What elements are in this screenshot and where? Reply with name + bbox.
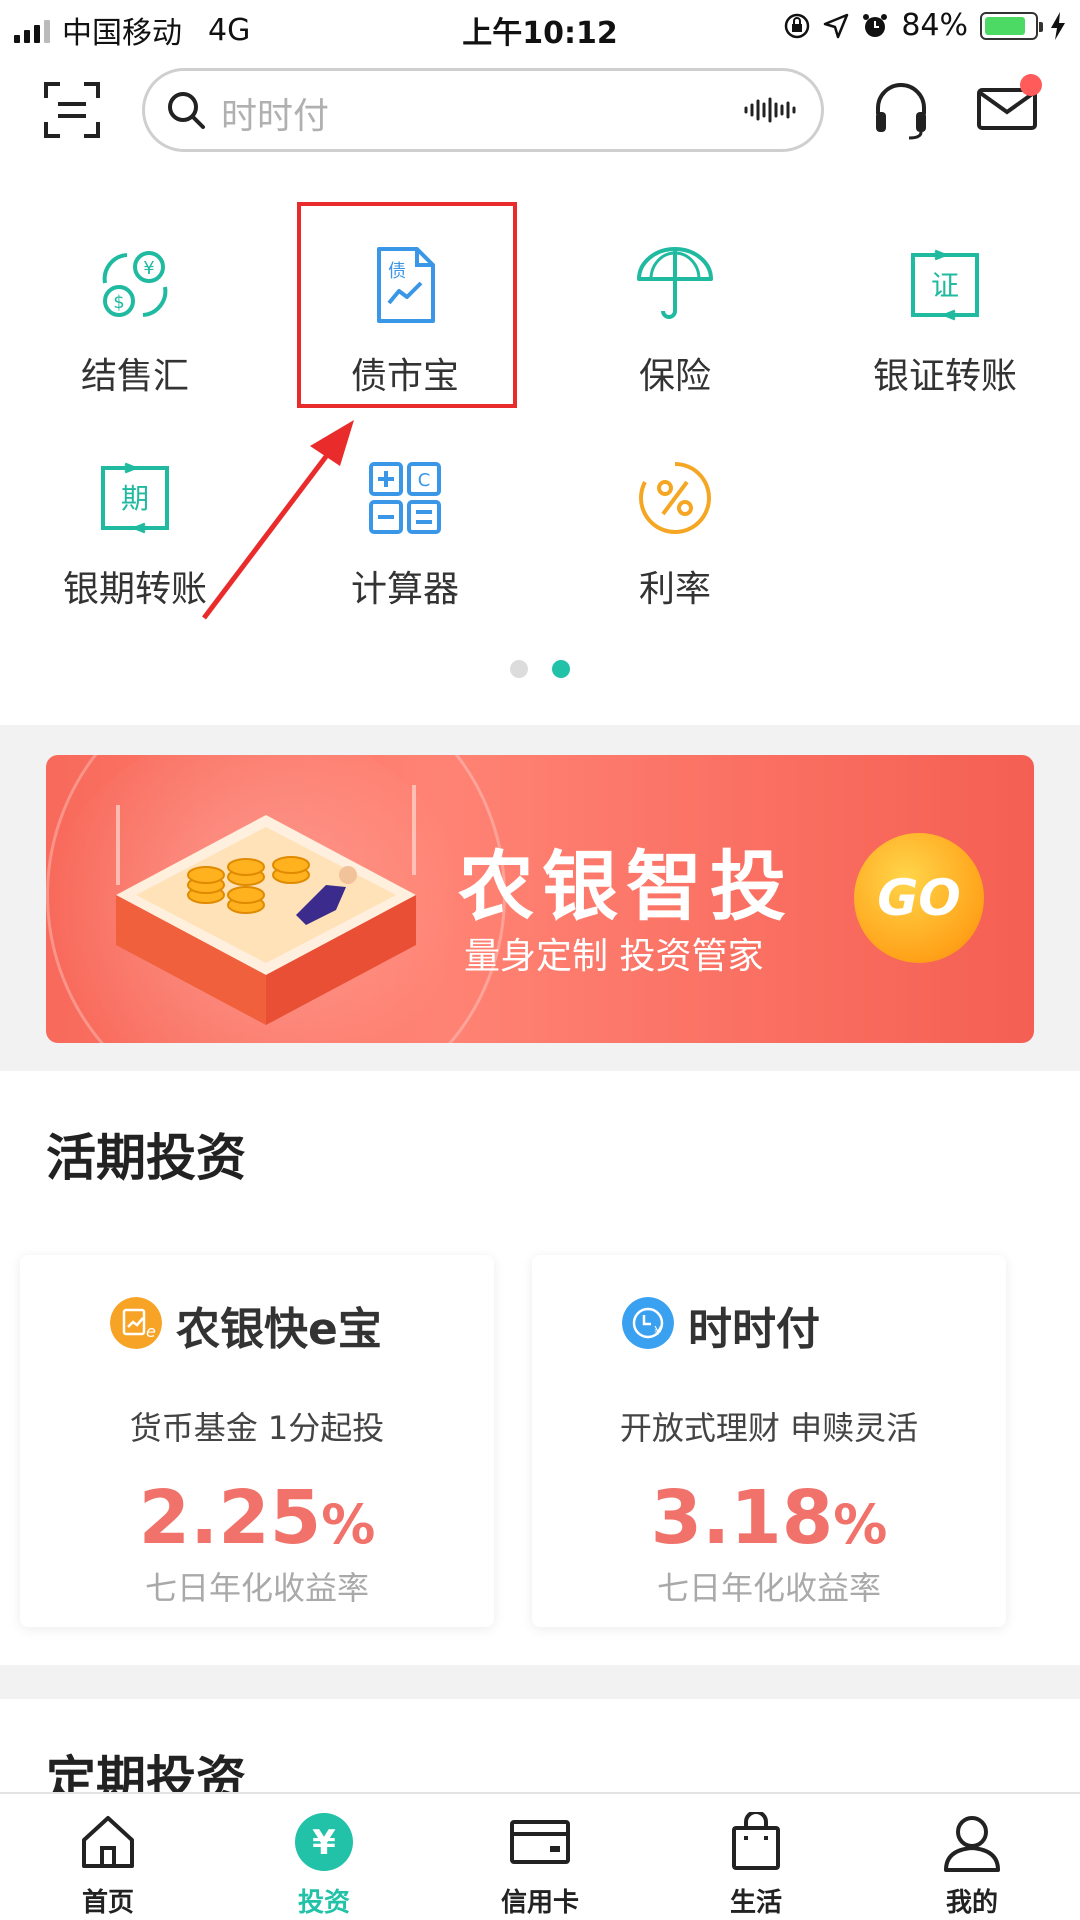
credit-card-icon: [510, 1820, 570, 1864]
shortcut-insurance[interactable]: 保险: [540, 245, 810, 425]
product-name: 农银快e宝: [176, 1304, 382, 1355]
status-bar: 中国移动 4G 上午10:12 84%: [0, 0, 1080, 54]
alarm-icon: [863, 13, 888, 37]
tab-investment[interactable]: ¥ 投资: [216, 1794, 432, 1920]
clock-yuan-icon: ¥: [622, 1297, 674, 1349]
charging-icon: [1051, 11, 1065, 40]
scan-icon[interactable]: [44, 82, 100, 138]
exchange-icon: ¥ $: [102, 251, 168, 317]
calculator-icon: C: [369, 462, 441, 534]
percent-icon: [639, 462, 711, 534]
banner-illustration: [116, 785, 416, 1025]
search-icon: [168, 92, 205, 129]
go-button[interactable]: GO: [854, 833, 984, 963]
shortcut-label: 银证转账: [872, 356, 1017, 397]
tab-home[interactable]: 首页: [0, 1794, 216, 1920]
app-screen: 中国移动 4G 上午10:12 84% 时时付 ¥ $ 结售汇 债 债市宝 保险…: [0, 0, 1080, 1920]
tab-label: 我的: [945, 1888, 998, 1918]
battery-icon: [980, 11, 1043, 40]
banner-subtitle: 量身定制 投资管家: [464, 936, 764, 977]
top-header: 时时付: [0, 62, 1080, 162]
bottom-tab-bar: 首页 ¥ 投资 信用卡 生活 我的: [0, 1792, 1080, 1920]
page-indicator: [0, 660, 1080, 680]
page-dot-active[interactable]: [552, 660, 570, 678]
tab-label: 信用卡: [500, 1888, 579, 1918]
highlight-box: [297, 202, 517, 408]
svg-text:e: e: [146, 1322, 156, 1341]
svg-text:证: 证: [931, 269, 959, 302]
section-title-current: 活期投资: [46, 1129, 246, 1187]
tab-credit-card[interactable]: 信用卡: [432, 1794, 648, 1920]
tab-label: 生活: [729, 1888, 782, 1918]
futures-transfer-icon: 期: [101, 462, 169, 534]
shortcut-exchange[interactable]: ¥ $ 结售汇: [0, 245, 270, 425]
product-desc: 开放式理财 申赎灵活: [619, 1409, 919, 1447]
rate-label: 七日年化收益率: [144, 1569, 369, 1607]
product-name: 时时付: [688, 1304, 820, 1355]
rate-value: 2.25: [138, 1475, 322, 1561]
search-input[interactable]: 时时付: [142, 68, 824, 152]
section-divider: [0, 1665, 1080, 1699]
shortcut-label: 保险: [638, 356, 711, 397]
rate-label: 七日年化收益率: [656, 1569, 881, 1607]
user-icon: [944, 1816, 1000, 1872]
battery-percent: 84%: [901, 8, 968, 43]
rotation-lock-icon: [785, 13, 810, 38]
headset-icon[interactable]: [872, 80, 930, 140]
umbrella-icon: [637, 247, 713, 319]
svg-text:¥: ¥: [312, 1823, 336, 1863]
product-card[interactable]: e 农银快e宝 货币基金 1分起投 2.25% 七日年化收益率: [20, 1255, 494, 1627]
location-icon: [824, 13, 849, 38]
securities-transfer-icon: 证: [911, 249, 979, 321]
page-dot-inactive[interactable]: [510, 660, 528, 678]
svg-text:¥: ¥: [143, 258, 154, 279]
svg-text:¥: ¥: [654, 1324, 662, 1338]
product-rate: 3.18%: [532, 1475, 1006, 1561]
quick-e-bao-icon: e: [110, 1297, 162, 1349]
tab-label: 首页: [81, 1888, 134, 1918]
tab-life[interactable]: 生活: [648, 1794, 864, 1920]
promo-banner[interactable]: 农银智投 量身定制 投资管家 GO: [46, 755, 1034, 1043]
shopping-bag-icon: [732, 1812, 780, 1870]
svg-text:C: C: [418, 470, 431, 491]
product-card[interactable]: ¥ 时时付 开放式理财 申赎灵活 3.18% 七日年化收益率: [532, 1255, 1006, 1627]
tab-label: 投资: [297, 1888, 350, 1918]
yuan-icon: ¥: [295, 1813, 353, 1871]
svg-text:期: 期: [121, 482, 149, 515]
rate-value: 3.18: [650, 1475, 834, 1561]
search-placeholder: 时时付: [221, 96, 330, 137]
product-desc: 货币基金 1分起投: [129, 1409, 385, 1447]
product-rate: 2.25%: [20, 1475, 494, 1561]
shortcut-label: 结售汇: [80, 356, 189, 397]
rate-unit: %: [833, 1493, 888, 1556]
voice-input-icon[interactable]: [743, 95, 797, 125]
home-icon: [82, 1816, 134, 1868]
rate-unit: %: [321, 1493, 376, 1556]
shortcut-interest-rate[interactable]: 利率: [540, 458, 810, 638]
notification-badge: [1020, 74, 1042, 96]
shortcut-label: 利率: [638, 569, 711, 610]
svg-text:$: $: [113, 292, 124, 313]
shortcut-securities-transfer[interactable]: 证 银证转账: [810, 245, 1080, 425]
tab-mine[interactable]: 我的: [864, 1794, 1080, 1920]
annotation-arrow: [202, 420, 354, 620]
banner-title: 农银智投: [458, 842, 794, 931]
